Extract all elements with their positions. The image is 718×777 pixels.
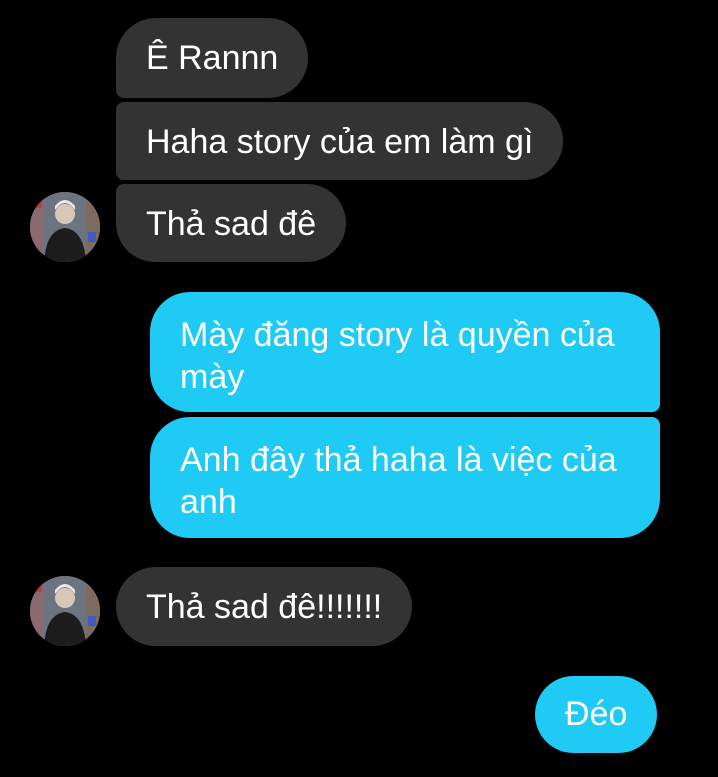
contact-avatar[interactable] bbox=[30, 576, 100, 646]
outgoing-message[interactable]: Mày đăng story là quyền của mày bbox=[150, 292, 660, 412]
avatar-icon bbox=[30, 192, 100, 262]
outgoing-message[interactable]: Đéo bbox=[535, 676, 658, 753]
message-thread: Ê Rannn Haha story của em làm gì Thả sad… bbox=[0, 0, 718, 777]
outgoing-message[interactable]: Anh đây thả haha là việc của anh bbox=[150, 417, 660, 538]
avatar-icon bbox=[30, 576, 100, 646]
incoming-message[interactable]: Haha story của em làm gì bbox=[116, 102, 564, 180]
incoming-message[interactable]: Ê Rannn bbox=[116, 18, 309, 98]
incoming-message[interactable]: Thả sad đê!!!!!!! bbox=[116, 567, 413, 646]
incoming-message[interactable]: Thả sad đê bbox=[116, 184, 347, 262]
contact-avatar[interactable] bbox=[30, 192, 100, 262]
